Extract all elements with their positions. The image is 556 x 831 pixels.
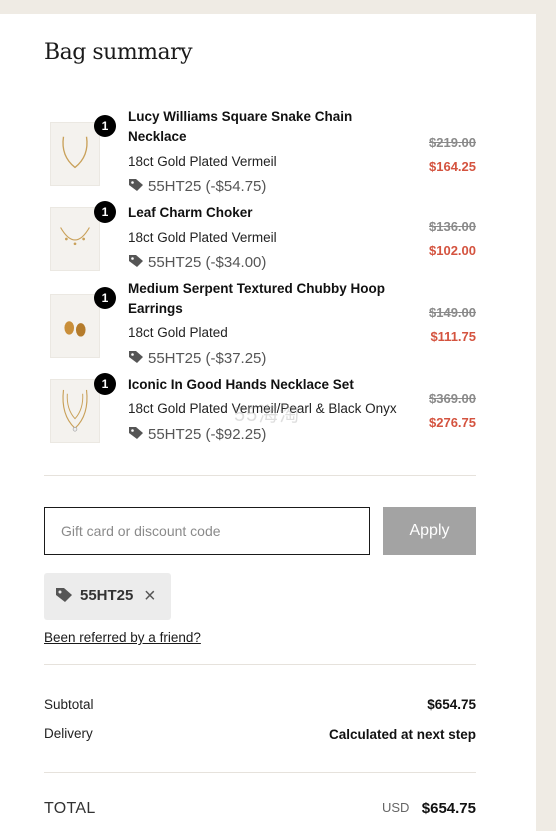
sale-price: $276.75 xyxy=(429,415,476,430)
tag-icon xyxy=(129,179,143,191)
applied-code-label: 55HT25 xyxy=(80,587,134,604)
tag-icon xyxy=(129,427,143,439)
divider xyxy=(44,475,476,476)
product-variant: 18ct Gold Plated Vermeil xyxy=(128,154,277,169)
currency-label: USD xyxy=(382,800,410,815)
original-price: $149.00 xyxy=(429,305,476,320)
applied-discount-chip: 55HT25 × xyxy=(44,573,171,620)
original-price: $136.00 xyxy=(429,219,476,234)
referral-link[interactable]: Been referred by a friend? xyxy=(44,630,201,645)
sale-price: $102.00 xyxy=(429,243,476,258)
close-icon[interactable]: × xyxy=(144,584,156,608)
tag-icon xyxy=(56,588,72,602)
product-variant: 18ct Gold Plated Vermeil xyxy=(128,230,277,245)
sale-price: $164.25 xyxy=(429,159,476,174)
tag-icon xyxy=(129,255,143,267)
promo-text: 55HT25 (-$54.75) xyxy=(148,178,267,195)
page-title: Bag summary xyxy=(44,40,193,65)
product-thumbnail[interactable] xyxy=(50,379,100,443)
product-name[interactable]: Iconic In Good Hands Necklace Set xyxy=(128,375,398,395)
promo-line: 55HT25 (-$37.25) xyxy=(128,349,266,369)
sale-price: $111.75 xyxy=(430,329,476,344)
tag-icon xyxy=(129,351,143,363)
product-name[interactable]: Leaf Charm Choker xyxy=(128,203,398,223)
original-price: $219.00 xyxy=(429,135,476,150)
quantity-badge: 1 xyxy=(94,201,116,223)
watermark: 55海淘 xyxy=(234,404,301,426)
total-value: $654.75 xyxy=(421,800,476,817)
quantity-badge: 1 xyxy=(94,373,116,395)
discount-code-input[interactable] xyxy=(44,507,370,555)
product-variant: 18ct Gold Plated xyxy=(128,325,228,340)
quantity-badge: 1 xyxy=(94,115,116,137)
subtotal-value: $654.75 xyxy=(427,697,476,712)
promo-text: 55HT25 (-$92.25) xyxy=(148,426,267,443)
subtotal-label: Subtotal xyxy=(44,697,94,712)
quantity-badge: 1 xyxy=(94,287,116,309)
promo-line: 55HT25 (-$34.00) xyxy=(128,253,266,273)
product-thumbnail[interactable] xyxy=(50,207,100,271)
divider xyxy=(44,664,476,665)
delivery-value: Calculated at next step xyxy=(328,727,476,742)
original-price: $369.00 xyxy=(429,391,476,406)
product-name[interactable]: Lucy Williams Square Snake Chain Necklac… xyxy=(128,107,398,147)
divider xyxy=(44,772,476,773)
product-name[interactable]: Medium Serpent Textured Chubby Hoop Earr… xyxy=(128,279,398,319)
delivery-label: Delivery xyxy=(44,726,93,741)
promo-line: 55HT25 (-$54.75) xyxy=(128,177,266,197)
promo-text: 55HT25 (-$34.00) xyxy=(148,254,267,271)
total-label: TOTAL xyxy=(44,800,96,817)
promo-text: 55HT25 (-$37.25) xyxy=(148,350,267,367)
product-thumbnail[interactable] xyxy=(50,294,100,358)
apply-button[interactable]: Apply xyxy=(383,507,476,555)
product-thumbnail[interactable] xyxy=(50,122,100,186)
promo-line: 55HT25 (-$92.25) xyxy=(128,425,266,445)
